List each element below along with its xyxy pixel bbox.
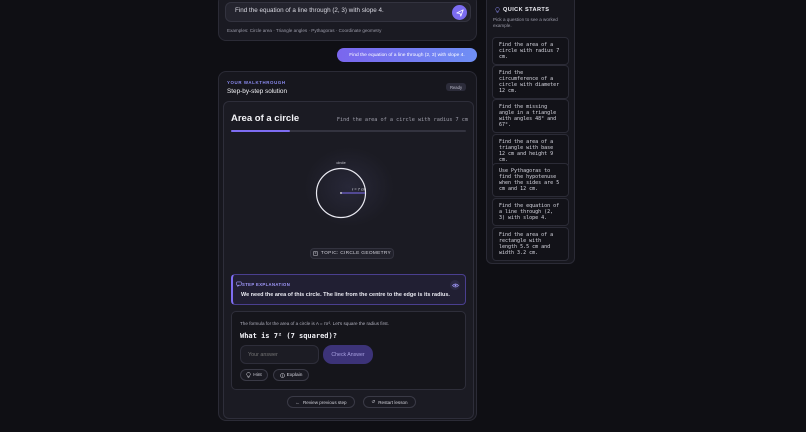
toggle-explanation-button[interactable] xyxy=(450,280,460,290)
status-badge: Ready xyxy=(446,83,466,91)
step-question: What is 7² (7 squared)? xyxy=(240,332,337,340)
explain-label: Explain xyxy=(286,372,303,378)
lesson-card: Area of a circle Find the area of a circ… xyxy=(223,101,474,419)
lesson-question: Find the area of a circle with radius 7 … xyxy=(336,117,468,123)
hint-label: Hint xyxy=(253,372,262,378)
lesson-progress xyxy=(231,130,466,132)
lightbulb-icon xyxy=(495,7,500,13)
ask-panel: Find the equation of a line through (2, … xyxy=(218,0,477,41)
quick-start-item[interactable]: Find the missing angle in a triangle wit… xyxy=(492,99,569,133)
circle-svg: circle r = 7 cm xyxy=(315,160,366,219)
lesson-title: Area of a circle xyxy=(231,113,300,124)
walkthrough-subtitle: Step-by-step solution xyxy=(227,88,288,95)
formula-text: The formula for the area of a circle is … xyxy=(240,321,389,326)
check-answer-button[interactable]: Check Answer xyxy=(323,345,373,364)
review-previous-button[interactable]: ← Review previous step xyxy=(287,396,355,408)
book-icon xyxy=(313,251,318,256)
quick-starts-panel: QUICK STARTS Pick a question to see a wo… xyxy=(486,0,575,264)
send-button[interactable] xyxy=(452,5,467,20)
lesson-progress-fill xyxy=(231,130,290,132)
restart-lesson-button[interactable]: ↺ Restart lesson xyxy=(363,396,416,408)
eye-icon xyxy=(451,283,459,287)
quick-start-item[interactable]: Find the area of a rectangle with length… xyxy=(492,227,569,261)
question-input[interactable]: Find the equation of a line through (2, … xyxy=(225,2,471,22)
step-explanation: STEP EXPLANATION We need the area of thi… xyxy=(231,274,466,305)
circle-center xyxy=(340,192,342,194)
topic-badge: TOPIC: CIRCLE GEOMETRY xyxy=(310,248,394,259)
quick-start-item[interactable]: Use Pythagoras to find the hypotenuse wh… xyxy=(492,163,569,197)
answer-input[interactable] xyxy=(240,345,319,364)
figure-title: circle xyxy=(336,160,346,165)
question-card: The formula for the area of a circle is … xyxy=(231,311,466,390)
restart-icon: ↺ xyxy=(371,399,376,404)
quick-starts-title: QUICK STARTS xyxy=(503,7,550,13)
quick-start-item[interactable]: Find the circumference of a circle with … xyxy=(492,65,569,99)
info-icon xyxy=(279,372,285,378)
quick-start-item[interactable]: Find the equation of a line through (2, … xyxy=(492,198,569,226)
quick-starts-header: QUICK STARTS xyxy=(495,7,549,13)
explanation-kicker: STEP EXPLANATION xyxy=(242,282,291,287)
walkthrough-kicker: YOUR WALKTHROUGH xyxy=(227,80,286,85)
walkthrough-panel: YOUR WALKTHROUGH Step-by-step solution R… xyxy=(218,71,477,421)
user-message-bubble: Find the equation of a line through (2, … xyxy=(337,48,477,62)
lightbulb-icon xyxy=(246,372,251,378)
arrow-left-icon: ← xyxy=(295,399,300,405)
explain-button[interactable]: Explain xyxy=(273,369,309,381)
restart-label: Restart lesson xyxy=(378,399,408,405)
explanation-text: We need the area of this circle. The lin… xyxy=(241,292,450,298)
hint-button[interactable]: Hint xyxy=(240,369,268,381)
quick-start-item[interactable]: Find the area of a circle with radius 7 … xyxy=(492,37,569,65)
topic-label: TOPIC: CIRCLE GEOMETRY xyxy=(320,251,392,256)
question-input-value: Find the equation of a line through (2, … xyxy=(235,7,384,14)
examples-text: Examples: Circle area · Triangle angles … xyxy=(227,28,382,33)
circle-figure: circle r = 7 cm xyxy=(304,147,394,227)
review-label: Review previous step xyxy=(302,399,347,405)
quick-starts-description: Pick a question to see a worked example. xyxy=(493,17,558,28)
radius-label: r = 7 cm xyxy=(352,187,366,192)
send-icon xyxy=(455,8,464,17)
